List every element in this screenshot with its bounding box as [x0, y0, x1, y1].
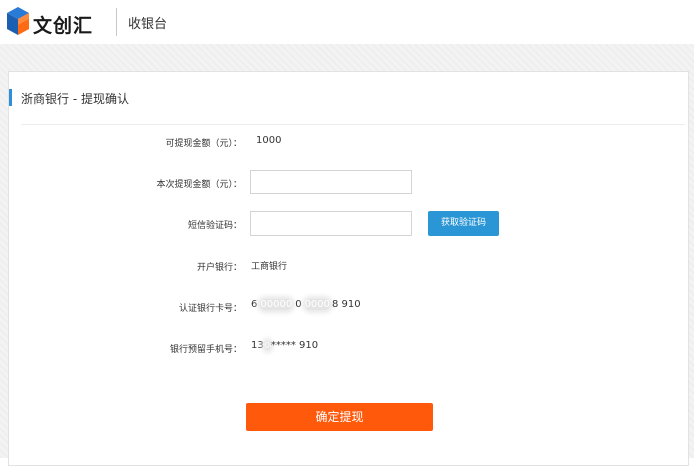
top-header: 文创汇 收银台	[0, 0, 694, 44]
card-number-suffix: 8 910	[332, 299, 361, 310]
sms-code-input[interactable]	[250, 211, 412, 236]
get-code-button[interactable]: 获取验证码	[428, 211, 499, 236]
available-amount-value: 1000	[256, 135, 282, 146]
card-number-prefix: 6	[251, 299, 258, 310]
card-number-middle: 0	[295, 299, 302, 310]
phone-value: 130***** 910	[251, 340, 318, 351]
confirm-withdraw-button[interactable]: 确定提现	[246, 403, 433, 431]
phone-masked: 0	[264, 341, 270, 350]
bank-label: 开户银行：	[196, 263, 242, 273]
phone-prefix: 13	[251, 340, 264, 351]
card-number-masked-1: 00000	[260, 299, 293, 310]
header-subtitle: 收银台	[128, 17, 168, 32]
withdraw-amount-label: 本次提现金额（元）：	[156, 180, 242, 190]
available-amount-label: 可提现金额（元）：	[165, 139, 242, 149]
title-divider	[21, 124, 685, 125]
card-number-masked-2: 0000	[304, 299, 331, 310]
card-title: 浙商银行 - 提现确认	[21, 92, 129, 106]
phone-suffix: ***** 910	[270, 340, 319, 351]
bank-value: 工商银行	[251, 262, 288, 272]
phone-label: 银行预留手机号：	[169, 345, 242, 355]
cube-logo-icon	[7, 7, 29, 35]
withdraw-amount-input[interactable]	[250, 170, 412, 194]
sms-code-label: 短信验证码：	[187, 221, 242, 231]
logo-wordmark: 文创汇	[33, 15, 94, 37]
title-accent-bar	[9, 89, 12, 106]
brand-logo[interactable]: 文创汇	[6, 6, 112, 38]
card-number-label: 认证银行卡号：	[178, 304, 242, 314]
card-number-value: 6 00000 0 0000 8 910	[251, 299, 361, 310]
header-divider	[116, 8, 117, 36]
